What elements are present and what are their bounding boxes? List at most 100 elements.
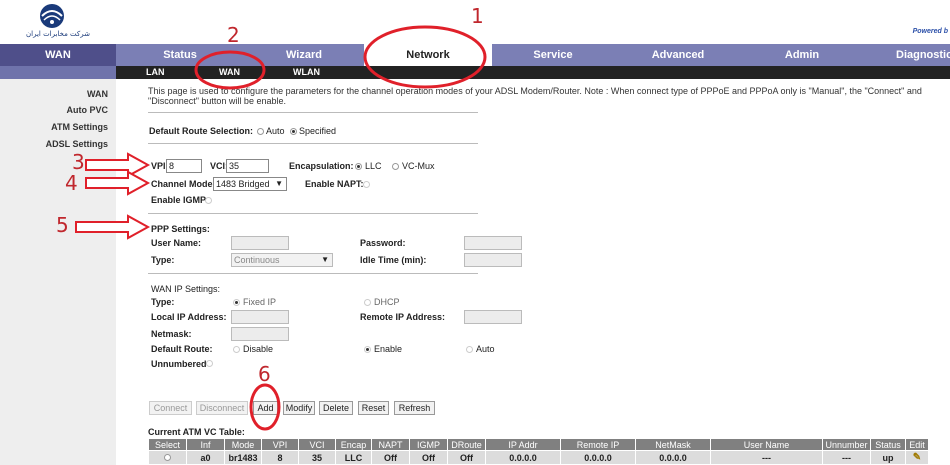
divider [148,143,478,144]
top-navigation: WAN Status Wizard Network Service Advanc… [0,44,950,66]
cell-ip-addr: 0.0.0.0 [485,450,561,465]
add-button[interactable]: Add [253,401,278,415]
annotation-number-4: 4 [65,171,78,195]
tab-diagnostic[interactable]: Diagnostic [896,44,950,66]
channel-mode-value: 1483 Bridged [216,179,270,189]
col-inf: Inf [186,438,225,451]
cell-inf: a0 [186,450,225,465]
cell-user-name: --- [710,450,823,465]
ppp-idle-input[interactable] [464,253,522,267]
local-ip-input[interactable] [231,310,289,324]
remote-ip-input[interactable] [464,310,522,324]
col-select: Select [148,438,187,451]
cell-unnumber: --- [822,450,871,465]
cell-encap: LLC [335,450,372,465]
default-route-specified-radio[interactable] [290,128,297,135]
tab-status[interactable]: Status [140,44,220,66]
col-netmask: NetMask [635,438,711,451]
encap-llc-radio[interactable] [355,163,362,170]
annotation-number-1: 1 [471,4,484,28]
wanip-dhcp-radio[interactable] [364,299,371,306]
row-select-cell[interactable] [148,450,187,465]
cell-droute: Off [447,450,486,465]
cell-igmp: Off [409,450,448,465]
wanip-fixed-radio[interactable] [233,299,240,306]
ppp-type-label: Type: [151,255,175,265]
enable-igmp-label: Enable IGMP: [151,195,210,205]
ppp-username-label: User Name: [151,238,202,248]
default-route-auto-radio[interactable] [257,128,264,135]
modify-button[interactable]: Modify [283,401,315,415]
wanip-dhcp-label: DHCP [374,297,400,307]
wanip-type-label: Type: [151,297,175,307]
cell-edit[interactable]: ✎ [905,450,929,465]
col-vpi: VPI [261,438,299,451]
annotation-number-2: 2 [227,23,240,47]
ppp-password-label: Password: [360,238,406,248]
cell-vpi: 8 [261,450,299,465]
powered-by: Powered b [912,28,948,35]
col-ip-addr: IP Addr [485,438,561,451]
sidebar-item-auto-pvc[interactable]: Auto PVC [67,105,109,115]
tab-advanced[interactable]: Advanced [634,44,722,66]
tab-wizard[interactable]: Wizard [262,44,346,66]
vci-input[interactable] [226,159,269,173]
ppp-type-select[interactable]: Continuous ▼ [231,253,333,267]
delete-button[interactable]: Delete [319,401,353,415]
encap-vcmux-label: VC-Mux [402,161,435,171]
default-route-auto-label: Auto [266,126,285,136]
subtab-wan[interactable]: WAN [219,66,240,79]
sidebar-item-wan[interactable]: WAN [87,89,108,99]
route-disable-radio[interactable] [233,346,240,353]
annotation-number-5: 5 [56,213,69,237]
channel-mode-select[interactable]: 1483 Bridged ▼ [213,177,287,191]
atm-vc-table-title: Current ATM VC Table: [148,427,245,437]
route-enable-radio[interactable] [364,346,371,353]
ppp-username-input[interactable] [231,236,289,250]
tab-network[interactable]: Network [364,44,492,66]
subtab-wlan[interactable]: WLAN [293,66,320,79]
unnumbered-checkbox[interactable] [206,360,213,367]
main-content: This page is used to configure the param… [116,79,950,465]
sub-navigation: LAN WAN WLAN [0,66,950,79]
cell-vci: 35 [298,450,336,465]
chevron-down-icon: ▼ [321,255,329,264]
nav-wan-header: WAN [0,44,116,66]
ppp-type-value: Continuous [234,255,280,265]
cell-mode: br1483 [224,450,262,465]
annotation-number-6: 6 [258,362,271,386]
connect-button[interactable]: Connect [149,401,192,415]
tab-admin[interactable]: Admin [760,44,844,66]
refresh-button[interactable]: Refresh [394,401,435,415]
wanip-fixed-label: Fixed IP [243,297,277,307]
cell-netmask: 0.0.0.0 [635,450,711,465]
row-select-radio[interactable] [164,453,171,461]
vpi-input[interactable] [166,159,202,173]
pencil-icon[interactable]: ✎ [913,452,921,463]
sidebar-item-atm-settings[interactable]: ATM Settings [51,122,108,132]
cell-napt: Off [371,450,410,465]
route-auto-radio[interactable] [466,346,473,353]
reset-button[interactable]: Reset [358,401,389,415]
sidebar-item-adsl-settings[interactable]: ADSL Settings [46,139,108,149]
remote-ip-label: Remote IP Address: [360,312,446,322]
disconnect-button[interactable]: Disconnect [196,401,248,415]
subtab-lan[interactable]: LAN [146,66,165,79]
enable-napt-label: Enable NAPT: [305,179,364,189]
ppp-password-input[interactable] [464,236,522,250]
table-header-row: Select Inf Mode VPI VCI Encap NAPT IGMP … [148,438,929,451]
channel-mode-label: Channel Mode: [151,179,216,189]
enable-igmp-checkbox[interactable] [205,197,212,204]
atm-vc-table: Select Inf Mode VPI VCI Encap NAPT IGMP … [148,438,929,465]
col-vci: VCI [298,438,336,451]
sidebar: WAN Auto PVC ATM Settings ADSL Settings [0,79,116,465]
netmask-input[interactable] [231,327,289,341]
local-ip-label: Local IP Address: [151,312,227,322]
col-remote-ip: Remote IP [560,438,636,451]
divider [148,112,478,113]
enable-napt-checkbox[interactable] [363,181,370,188]
tab-service[interactable]: Service [510,44,596,66]
col-napt: NAPT [371,438,410,451]
encap-vcmux-radio[interactable] [392,163,399,170]
route-auto-label: Auto [476,344,495,354]
